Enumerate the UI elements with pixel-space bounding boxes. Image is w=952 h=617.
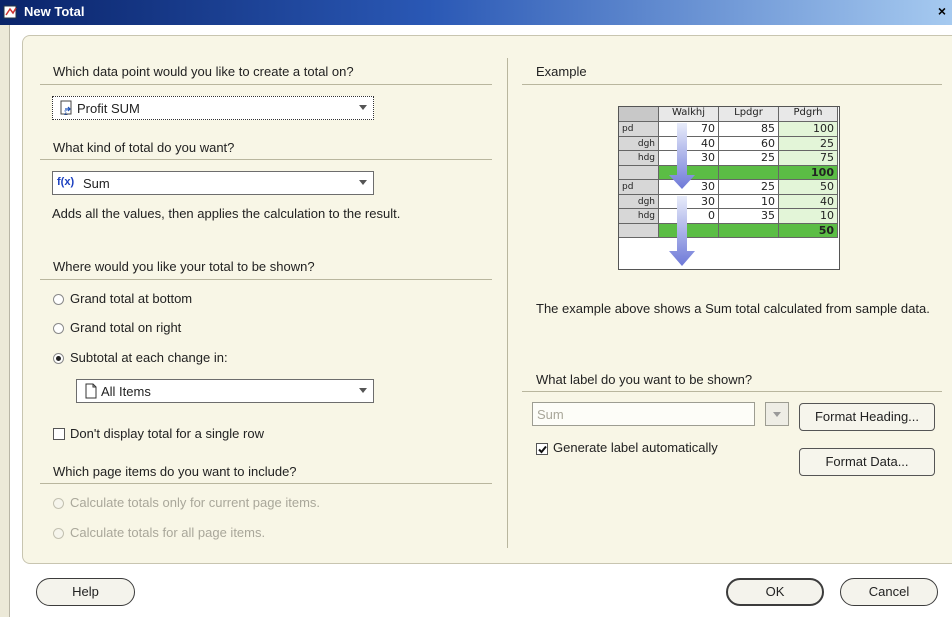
total-cell: 100 <box>779 165 838 180</box>
radio-current-page-items[interactable] <box>53 498 64 509</box>
page-items-question: Which page items do you want to include? <box>53 464 297 479</box>
divider <box>522 84 942 85</box>
subtotal-item-select[interactable]: All Items <box>76 379 374 403</box>
function-icon: f(x) <box>57 176 75 188</box>
chevron-down-icon <box>773 412 781 417</box>
format-data-button[interactable]: Format Data... <box>799 448 935 476</box>
chevron-down-icon[interactable] <box>359 105 367 110</box>
radio-grand-total-right[interactable] <box>53 323 64 334</box>
table-cell: 25 <box>719 151 779 166</box>
close-icon[interactable]: × <box>934 3 950 19</box>
radio-grand-total-bottom[interactable] <box>53 294 64 305</box>
window-title: New Total <box>24 4 85 19</box>
row-label: hdg <box>619 151 659 166</box>
row-label: pd <box>619 122 659 137</box>
table-corner <box>619 107 659 122</box>
svg-text:Σ: Σ <box>64 111 68 116</box>
data-point-question: Which data point would you like to creat… <box>53 64 354 79</box>
column-header: Lpdgr <box>719 107 779 122</box>
divider <box>40 159 492 160</box>
divider <box>40 84 492 85</box>
window-border <box>0 25 10 617</box>
column-header: Pdgrh <box>779 107 838 122</box>
placement-question: Where would you like your total to be sh… <box>53 259 315 274</box>
data-point-select[interactable]: Σ Profit SUM <box>52 96 374 120</box>
chevron-down-icon[interactable] <box>359 388 367 393</box>
down-arrow-icon <box>669 123 695 266</box>
subtotal-item-value: All Items <box>101 384 151 399</box>
total-kind-description: Adds all the values, then applies the ca… <box>52 206 401 221</box>
row-label <box>619 223 659 238</box>
radio-label[interactable]: Subtotal at each change in: <box>70 350 228 365</box>
total-cell: 50 <box>779 223 838 238</box>
help-button[interactable]: Help <box>36 578 135 606</box>
table-cell: 100 <box>779 122 838 137</box>
radio-label[interactable]: Calculate totals only for current page i… <box>70 495 320 510</box>
table-cell: 85 <box>719 122 779 137</box>
label-question: What label do you want to be shown? <box>536 372 753 387</box>
table-cell: 25 <box>779 136 838 151</box>
row-label <box>619 165 659 180</box>
radio-label[interactable]: Grand total on right <box>70 320 181 335</box>
format-heading-button[interactable]: Format Heading... <box>799 403 935 431</box>
row-label: dgh <box>619 136 659 151</box>
chevron-down-icon[interactable] <box>359 180 367 185</box>
table-cell: 75 <box>779 151 838 166</box>
data-point-icon: Σ <box>60 100 72 116</box>
app-icon <box>3 5 17 19</box>
label-input-value: Sum <box>537 407 564 422</box>
radio-subtotal[interactable] <box>53 353 64 364</box>
example-caption: The example above shows a Sum total calc… <box>536 301 930 316</box>
generate-label-text[interactable]: Generate label automatically <box>553 440 718 455</box>
row-label: pd <box>619 180 659 195</box>
ok-button[interactable]: OK <box>726 578 824 606</box>
row-label: hdg <box>619 209 659 224</box>
table-cell: 40 <box>779 194 838 209</box>
cancel-button[interactable]: Cancel <box>840 578 938 606</box>
table-cell: 35 <box>719 209 779 224</box>
table-cell: 50 <box>779 180 838 195</box>
generate-label-checkbox[interactable] <box>536 443 548 455</box>
table-cell: 10 <box>779 209 838 224</box>
single-row-label[interactable]: Don't display total for a single row <box>70 426 264 441</box>
total-kind-question: What kind of total do you want? <box>53 140 235 155</box>
radio-label[interactable]: Calculate totals for all page items. <box>70 525 265 540</box>
title-bar: New Total × <box>0 0 952 25</box>
radio-label[interactable]: Grand total at bottom <box>70 291 192 306</box>
table-cell: 25 <box>719 180 779 195</box>
single-row-checkbox[interactable] <box>53 428 65 440</box>
total-kind-value: Sum <box>83 176 110 191</box>
data-point-value: Profit SUM <box>77 101 140 116</box>
divider <box>522 391 942 392</box>
radio-all-page-items[interactable] <box>53 528 64 539</box>
total-kind-select[interactable]: f(x) Sum <box>52 171 374 195</box>
column-header: Walkhj <box>659 107 719 122</box>
divider <box>40 483 492 484</box>
checkmark-icon <box>538 445 547 454</box>
page-icon <box>85 383 97 399</box>
total-cell <box>719 165 779 180</box>
column-divider <box>507 58 508 548</box>
table-cell: 60 <box>719 136 779 151</box>
example-table: Walkhj Lpdgr Pdgrh pd 70 85 100 dgh 40 60 25 hdg… <box>618 106 840 270</box>
example-heading: Example <box>536 64 587 79</box>
label-input[interactable]: Sum <box>532 402 755 426</box>
row-label: dgh <box>619 194 659 209</box>
label-dropdown-button[interactable] <box>765 402 789 426</box>
table-cell: 10 <box>719 194 779 209</box>
divider <box>40 279 492 280</box>
total-cell <box>719 223 779 238</box>
